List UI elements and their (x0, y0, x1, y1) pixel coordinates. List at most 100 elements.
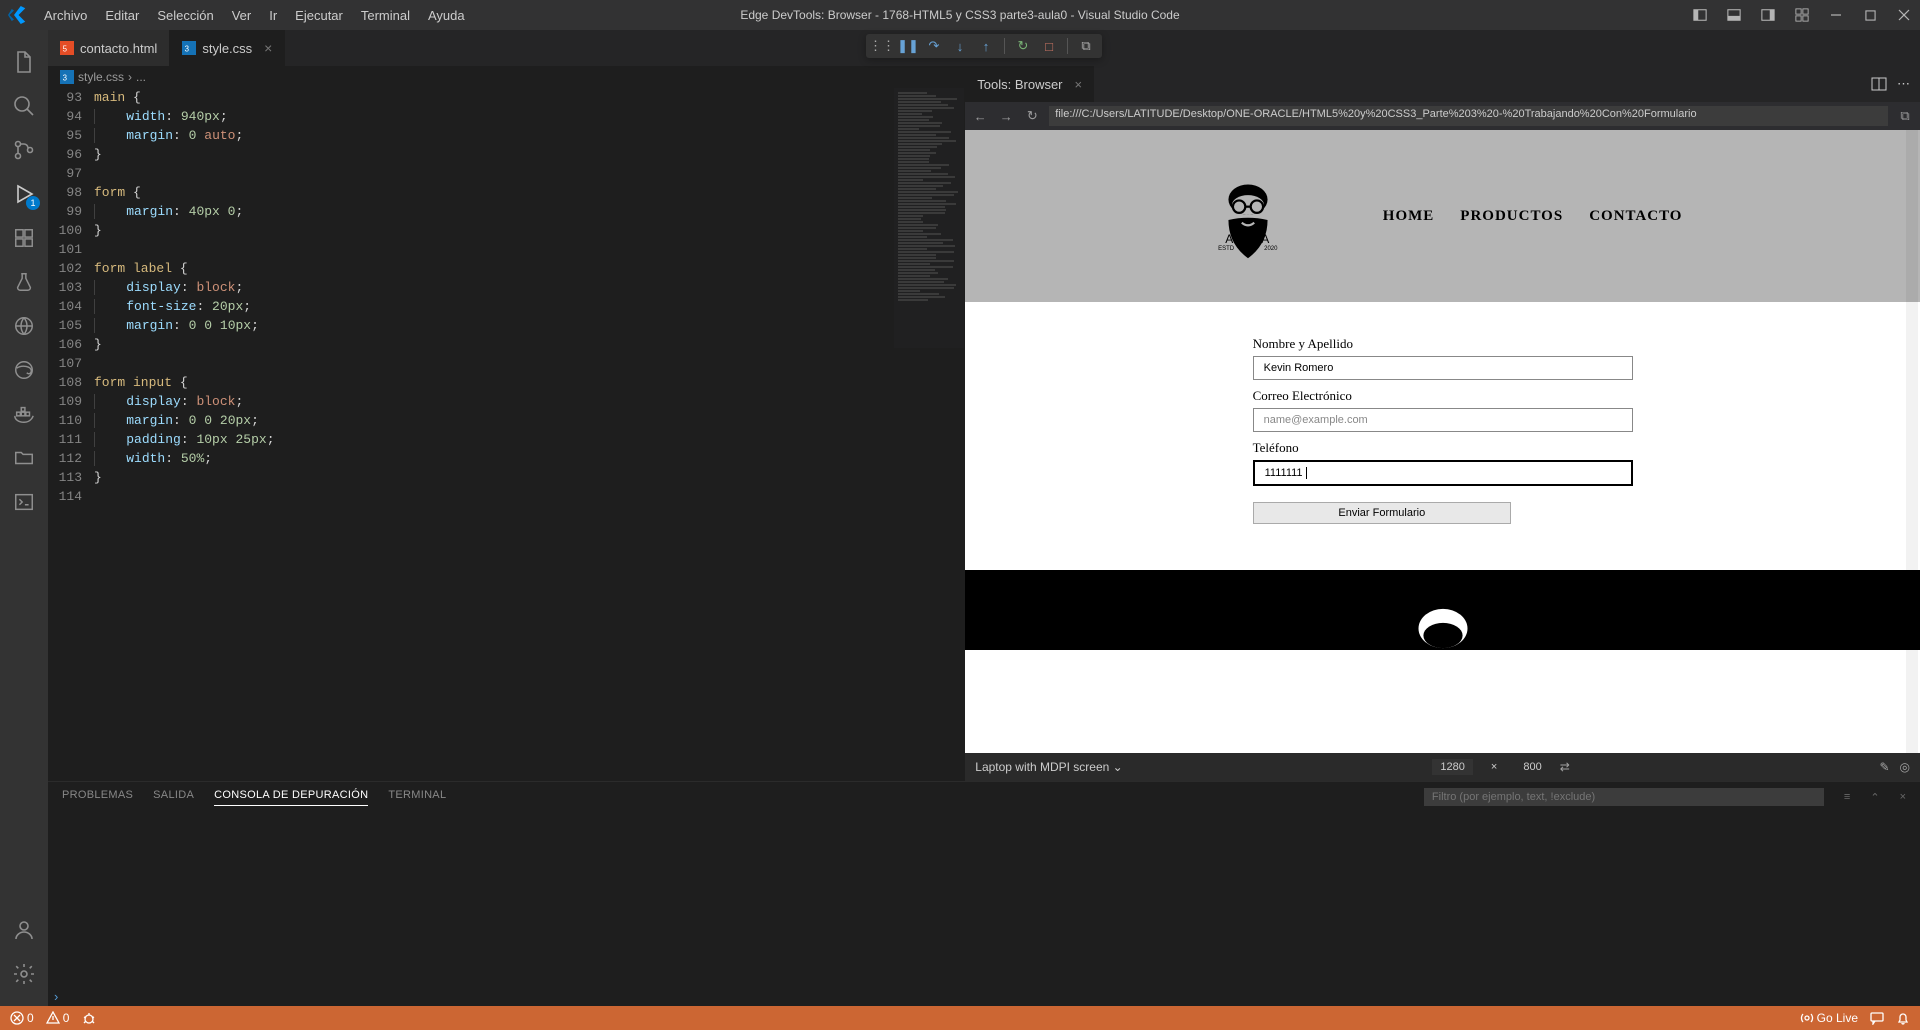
status-warnings[interactable]: 0 (46, 1011, 70, 1025)
terminal-icon[interactable] (0, 480, 48, 524)
viewport-height[interactable]: 800 (1515, 759, 1549, 775)
tab-close-icon[interactable]: × (1075, 77, 1083, 92)
minimize-icon[interactable] (1828, 7, 1844, 23)
debug-console-input-row[interactable]: › (48, 986, 1920, 1006)
css-file-icon: 3 (60, 70, 74, 84)
input-phone[interactable]: 1111111 (1253, 460, 1633, 486)
status-errors[interactable]: 0 (10, 1011, 34, 1025)
live-server-icon[interactable] (0, 304, 48, 348)
step-out-icon[interactable]: ↑ (978, 38, 994, 54)
drag-handle-icon[interactable]: ⋮⋮ (874, 38, 890, 54)
tab-close-icon[interactable]: × (264, 40, 272, 56)
pause-icon[interactable]: ❚❚ (900, 38, 916, 54)
debug-toolbar: ⋮⋮ ❚❚ ↷ ↓ ↑ ↻ □ ⧉ (866, 34, 1102, 58)
extensions-icon[interactable] (0, 216, 48, 260)
input-name[interactable]: Kevin Romero (1253, 356, 1633, 380)
accounts-icon[interactable] (0, 908, 48, 952)
tab-browser[interactable]: Tools: Browser × (965, 66, 1094, 102)
html-file-icon: 5 (60, 41, 74, 55)
panel-settings-icon[interactable]: ≡ (1844, 791, 1850, 803)
breadcrumb[interactable]: 3 style.css › ... (48, 66, 964, 88)
inspect-element-icon[interactable]: ✎ (1879, 760, 1889, 774)
viewport-width[interactable]: 1280 (1432, 759, 1472, 775)
device-name[interactable]: Laptop with MDPI screen ⌄ (975, 760, 1122, 774)
run-debug-icon[interactable]: 1 (0, 172, 48, 216)
browser-preview[interactable]: ALURA ESTD 2020 HOMEPRODUCTOSCONTACTO No… (965, 130, 1920, 753)
layout-panel-bottom-icon[interactable] (1726, 7, 1742, 23)
menu-ayuda[interactable]: Ayuda (420, 4, 473, 27)
code-editor[interactable]: 9394959697989910010110210310410510610710… (48, 88, 964, 781)
reload-icon[interactable]: ↻ (1023, 107, 1041, 125)
breadcrumb-file: style.css (78, 70, 124, 84)
split-editor-icon[interactable] (1871, 76, 1887, 92)
maximize-icon[interactable] (1862, 7, 1878, 23)
tab-style-css[interactable]: 3style.css× (170, 30, 285, 66)
panel-tab-salida[interactable]: SALIDA (153, 789, 194, 805)
status-debug-icon[interactable] (81, 1010, 97, 1026)
minimap[interactable] (894, 88, 964, 348)
search-icon[interactable] (0, 84, 48, 128)
browser-tabs-row: Tools: Browser × ⋯ (965, 66, 1920, 102)
panel-tab-terminal[interactable]: TERMINAL (388, 789, 446, 805)
nav-productos[interactable]: PRODUCTOS (1460, 208, 1563, 225)
panel-collapse-icon[interactable]: ⌃ (1870, 791, 1879, 804)
logo-text: ALURA (1225, 232, 1270, 246)
step-into-icon[interactable]: ↓ (952, 38, 968, 54)
testing-icon[interactable] (0, 260, 48, 304)
tab-contacto-html[interactable]: 5contacto.html (48, 30, 170, 66)
device-toolbar: Laptop with MDPI screen ⌄ 1280 × 800 ⇄ ✎… (965, 753, 1920, 781)
docker-icon[interactable] (0, 392, 48, 436)
stop-icon[interactable]: □ (1041, 38, 1057, 54)
panel-tab-problemas[interactable]: PROBLEMAS (62, 789, 133, 805)
device-settings-icon[interactable]: ◎ (1900, 760, 1910, 774)
editor-tabs: 5contacto.html3style.css× ⋮⋮ ❚❚ ↷ ↓ ↑ ↻ … (48, 30, 1920, 66)
debug-badge: 1 (26, 196, 40, 210)
svg-text:5: 5 (63, 45, 68, 54)
preview-scrollbar[interactable] (1906, 130, 1918, 753)
layout-panel-right-icon[interactable] (1760, 7, 1776, 23)
url-bar[interactable]: file:///C:/Users/LATITUDE/Desktop/ONE-OR… (1049, 106, 1888, 126)
folder-icon[interactable] (0, 436, 48, 480)
panel-tab-consola-de-depuración[interactable]: CONSOLA DE DEPURACIÓN (214, 789, 368, 806)
panel-close-icon[interactable]: × (1900, 791, 1906, 803)
activity-bar: 1 (0, 30, 48, 1006)
layout-customize-icon[interactable] (1794, 7, 1810, 23)
edge-icon[interactable] (0, 348, 48, 392)
label-phone: Teléfono (1253, 440, 1633, 456)
contact-form: Nombre y Apellido Kevin Romero Correo El… (1253, 336, 1633, 524)
vscode-logo-icon (8, 6, 26, 24)
panel-filter-input[interactable] (1424, 788, 1824, 806)
open-external-icon[interactable]: ⧉ (1896, 107, 1914, 125)
status-feedback-icon[interactable] (1870, 1011, 1884, 1025)
rotate-icon[interactable]: ⇄ (1560, 760, 1570, 774)
close-icon[interactable] (1896, 7, 1912, 23)
settings-gear-icon[interactable] (0, 952, 48, 996)
menu-ir[interactable]: Ir (261, 4, 285, 27)
status-go-live[interactable]: Go Live (1800, 1011, 1858, 1025)
menu-editar[interactable]: Editar (97, 4, 147, 27)
restart-icon[interactable]: ↻ (1015, 38, 1031, 54)
explorer-icon[interactable] (0, 40, 48, 84)
bottom-panel: PROBLEMAS SALIDA CONSOLA DE DEPURACIÓN TERM… (48, 781, 1920, 1006)
step-over-icon[interactable]: ↷ (926, 38, 942, 54)
status-bell-icon[interactable] (1896, 1011, 1910, 1025)
menu-archivo[interactable]: Archivo (36, 4, 95, 27)
window-title: Edge DevTools: Browser - 1768-HTML5 y CS… (740, 8, 1179, 22)
submit-button[interactable]: Enviar Formulario (1253, 502, 1511, 524)
menu-ver[interactable]: Ver (224, 4, 260, 27)
layout-panel-left-icon[interactable] (1692, 7, 1708, 23)
menu-selección[interactable]: Selección (149, 4, 221, 27)
back-icon[interactable]: ← (971, 107, 989, 125)
editor-pane-right: Tools: Browser × ⋯ ← → ↻ file:///C:/User… (965, 66, 1920, 781)
label-name: Nombre y Apellido (1253, 336, 1633, 352)
devtools-toggle-icon[interactable]: ⧉ (1078, 38, 1094, 54)
more-actions-icon[interactable]: ⋯ (1897, 76, 1910, 92)
debug-console-body[interactable] (48, 812, 1920, 986)
source-control-icon[interactable] (0, 128, 48, 172)
menu-ejecutar[interactable]: Ejecutar (287, 4, 351, 27)
menu-terminal[interactable]: Terminal (353, 4, 418, 27)
forward-icon[interactable]: → (997, 107, 1015, 125)
nav-contacto[interactable]: CONTACTO (1589, 208, 1682, 225)
nav-home[interactable]: HOME (1383, 208, 1435, 225)
input-email[interactable]: name@example.com (1253, 408, 1633, 432)
